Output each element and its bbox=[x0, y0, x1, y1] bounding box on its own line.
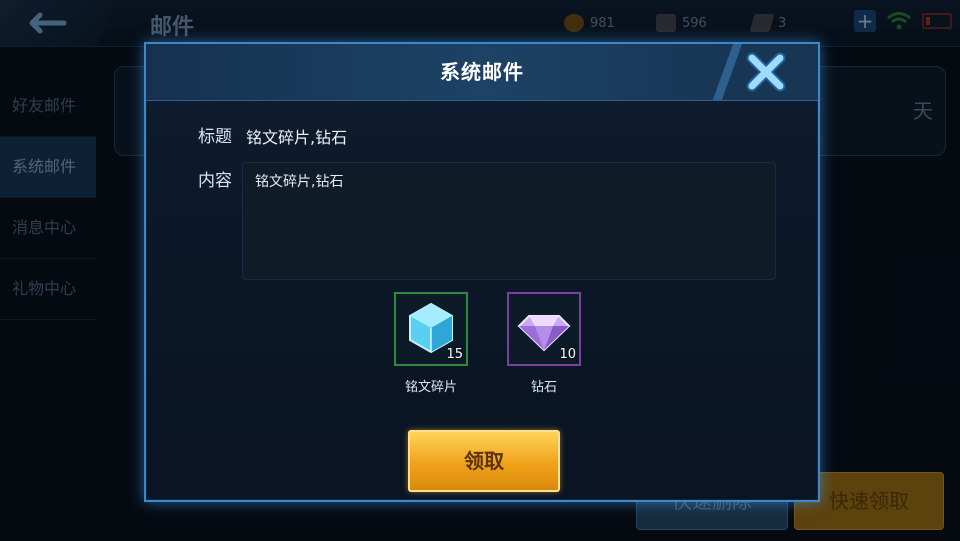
reward-item[interactable]: 10 钻石 bbox=[507, 292, 581, 395]
system-mail-dialog: 系统邮件 标题 铭文碎片,钻石 内容 铭文碎片,钻石 15 铭文碎片 10 钻石… bbox=[144, 42, 820, 502]
subject-label: 标题 bbox=[198, 127, 232, 147]
reward-name: 铭文碎片 bbox=[404, 380, 457, 395]
claim-button[interactable]: 领取 bbox=[408, 430, 560, 492]
content-text: 铭文碎片,钻石 bbox=[255, 174, 344, 190]
dialog-title: 系统邮件 bbox=[440, 60, 524, 84]
close-button[interactable] bbox=[744, 50, 788, 94]
reward-count: 10 bbox=[559, 347, 576, 362]
dialog-header: 系统邮件 bbox=[146, 44, 818, 101]
content-label: 内容 bbox=[198, 171, 232, 191]
subject-value: 铭文碎片,钻石 bbox=[246, 128, 348, 147]
reward-slot: 10 bbox=[507, 292, 581, 366]
content-box: 铭文碎片,钻石 bbox=[242, 162, 776, 280]
reward-name: 钻石 bbox=[530, 380, 557, 395]
close-icon bbox=[746, 52, 786, 92]
reward-slot: 15 bbox=[394, 292, 468, 366]
reward-item[interactable]: 15 铭文碎片 bbox=[394, 292, 468, 395]
reward-count: 15 bbox=[446, 347, 463, 362]
